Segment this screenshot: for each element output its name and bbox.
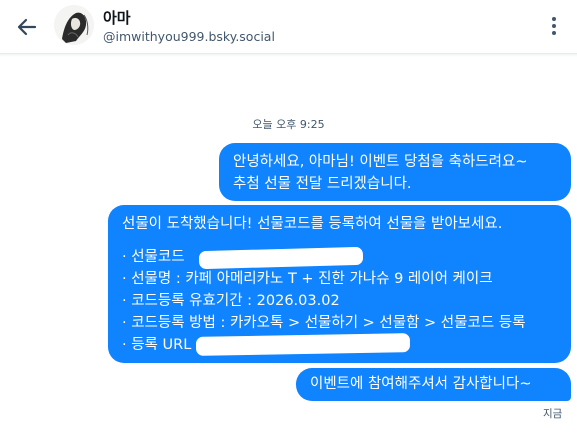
user-handle: @imwithyou999.bsky.social (103, 29, 275, 44)
message-line: 선물이 도착했습니다! 선물코드를 등록하여 선물을 받아보세요. (122, 216, 503, 232)
message-bubble: 안녕하세요, 아마님! 이벤트 당첨을 축하드려요~ 추첨 선물 전달 드리겠습… (219, 143, 571, 201)
redaction-mark (195, 333, 411, 356)
more-options-button[interactable] (544, 12, 564, 40)
avatar-image (54, 5, 94, 45)
message-line: 안녕하세요, 아마님! 이벤트 당첨을 축하드려요~ (233, 154, 528, 170)
message-timestamp: 오늘 오후 9:25 (252, 118, 325, 131)
vertical-ellipsis-icon (552, 17, 556, 35)
message-bubble: 이벤트에 참여해주셔서 감사합니다~ (296, 368, 571, 401)
back-button[interactable] (14, 14, 40, 40)
header-shadow (0, 54, 577, 57)
sent-status: 지금 (543, 408, 563, 420)
display-name[interactable]: 아마 (103, 7, 131, 28)
arrow-left-icon (17, 18, 37, 36)
conversation-header: 아마 @imwithyou999.bsky.social (0, 0, 577, 54)
message-line: · 코드등록 유효기간 : 2026.03.02 (122, 293, 340, 309)
message-line: 이벤트에 참여해주셔서 감사합니다~ (310, 376, 532, 392)
avatar[interactable] (54, 5, 94, 45)
message-line: · 선물명 : 카페 아메리카노 T + 진한 가나슈 9 레이어 케이크 (122, 271, 493, 287)
message-line: · 코드등록 방법 : 카카오톡 > 선물하기 > 선물함 > 선물코드 등록 (122, 315, 526, 331)
message-line: 추첨 선물 전달 드리겠습니다. (233, 176, 412, 192)
